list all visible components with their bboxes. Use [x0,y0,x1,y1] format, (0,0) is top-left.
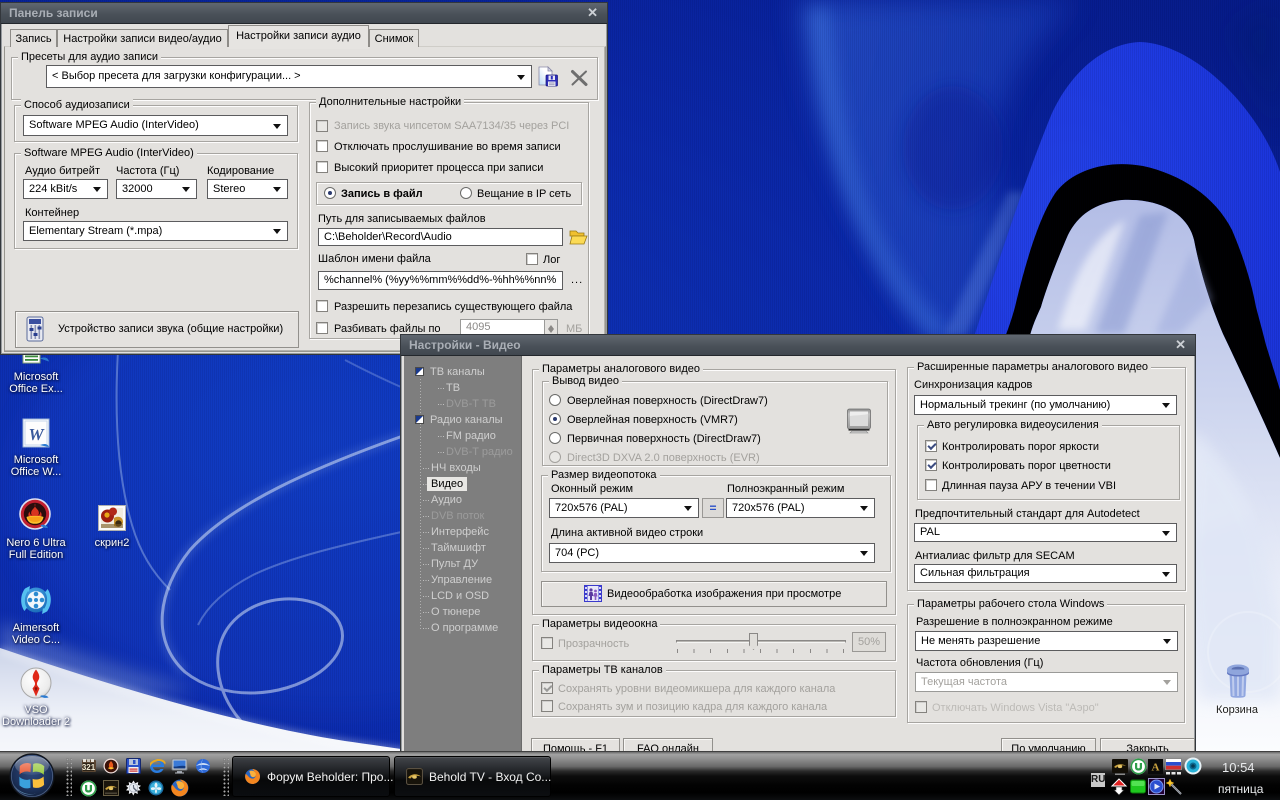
svg-text:A: A [1152,762,1160,774]
svg-text:W: W [28,425,45,444]
svg-text:321: 321 [82,763,96,772]
